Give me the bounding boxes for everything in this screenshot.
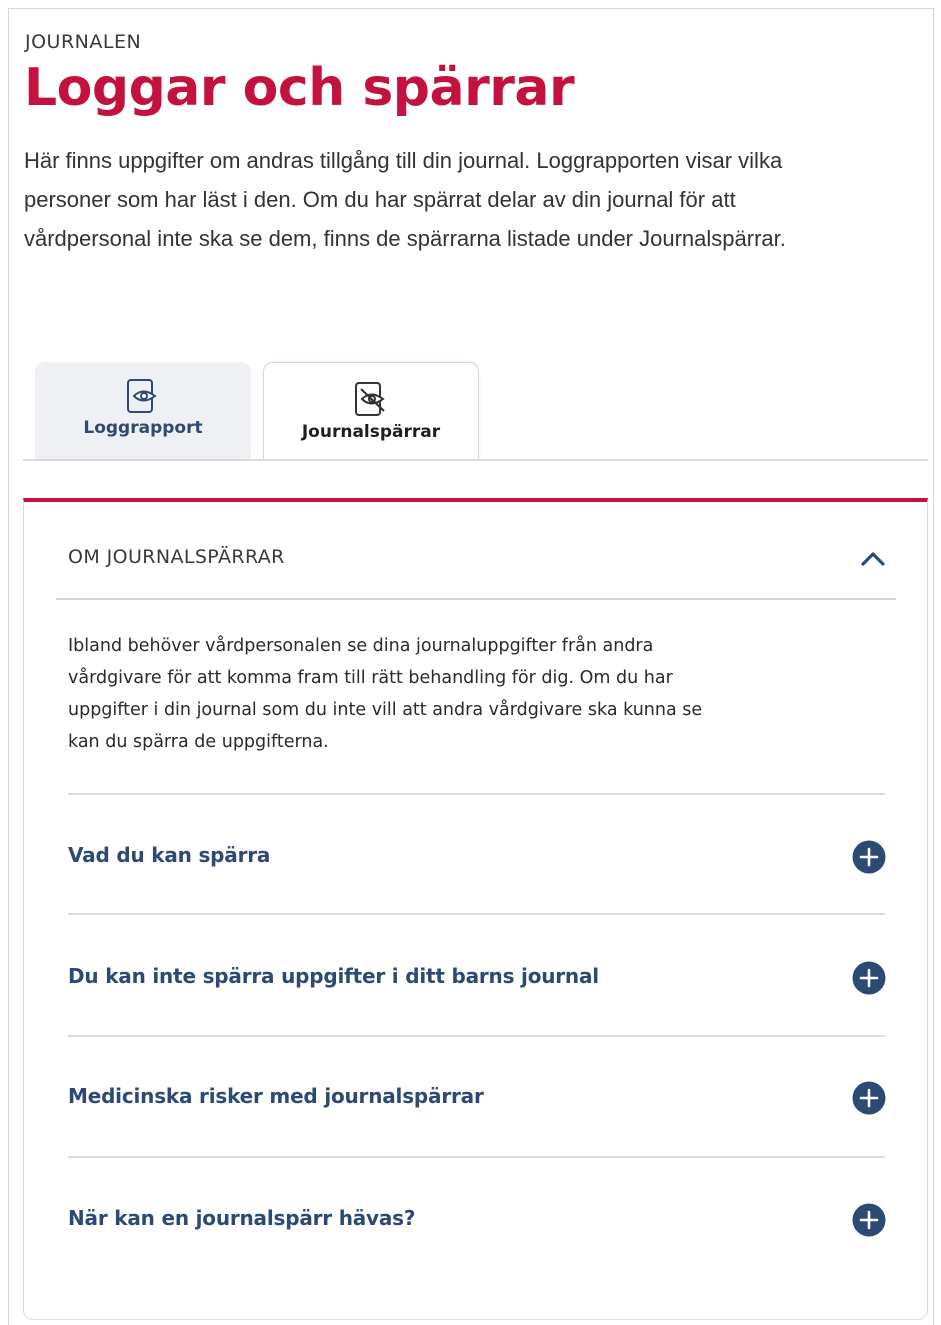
- eye-document-icon: [125, 377, 161, 422]
- accordion-label: Vad du kan spärra: [68, 843, 271, 867]
- divider: [68, 1156, 885, 1158]
- section-eyebrow: JOURNALEN: [25, 31, 142, 53]
- tab-label: Loggrapport: [83, 418, 203, 438]
- tab-bar-divider: [23, 459, 928, 461]
- plus-icon[interactable]: [852, 1081, 886, 1115]
- divider: [68, 1035, 885, 1037]
- accordion-label: När kan en journalspärr hävas?: [68, 1206, 416, 1230]
- about-title: OM JOURNALSPÄRRAR: [68, 546, 285, 568]
- accordion-item-barns-journal[interactable]: Du kan inte spärra uppgifter i ditt barn…: [68, 948, 886, 1008]
- plus-icon[interactable]: [852, 961, 886, 995]
- accordion-label: Du kan inte spärra uppgifter i ditt barn…: [68, 964, 599, 988]
- tab-loggrapport[interactable]: Loggrapport: [35, 362, 251, 460]
- journalsparrar-panel: OM JOURNALSPÄRRAR Ibland behöver vårdper…: [23, 498, 928, 1320]
- tab-label: Journalspärrar: [301, 422, 441, 442]
- accordion-item-havas[interactable]: När kan en journalspärr hävas?: [68, 1190, 886, 1250]
- page-title: Loggar och spärrar: [24, 58, 575, 118]
- divider: [68, 913, 885, 915]
- accordion-label: Medicinska risker med journalspärrar: [68, 1084, 484, 1108]
- plus-icon[interactable]: [852, 1203, 886, 1237]
- tab-journalsparrar[interactable]: Journalspärrar: [263, 362, 479, 460]
- divider: [68, 793, 885, 795]
- eye-slash-document-icon: [353, 380, 389, 425]
- about-accordion-header[interactable]: OM JOURNALSPÄRRAR: [56, 546, 896, 602]
- about-divider: [56, 598, 896, 600]
- accordion-item-medicinska-risker[interactable]: Medicinska risker med journalspärrar: [68, 1068, 886, 1128]
- chevron-up-icon[interactable]: [860, 548, 886, 573]
- accordion-item-vad-du-kan-sparra[interactable]: Vad du kan spärra: [68, 827, 886, 887]
- intro-text: Här finns uppgifter om andras tillgång t…: [24, 148, 786, 251]
- about-body: Ibland behöver vårdpersonalen se dina jo…: [68, 636, 703, 752]
- plus-icon[interactable]: [852, 840, 886, 874]
